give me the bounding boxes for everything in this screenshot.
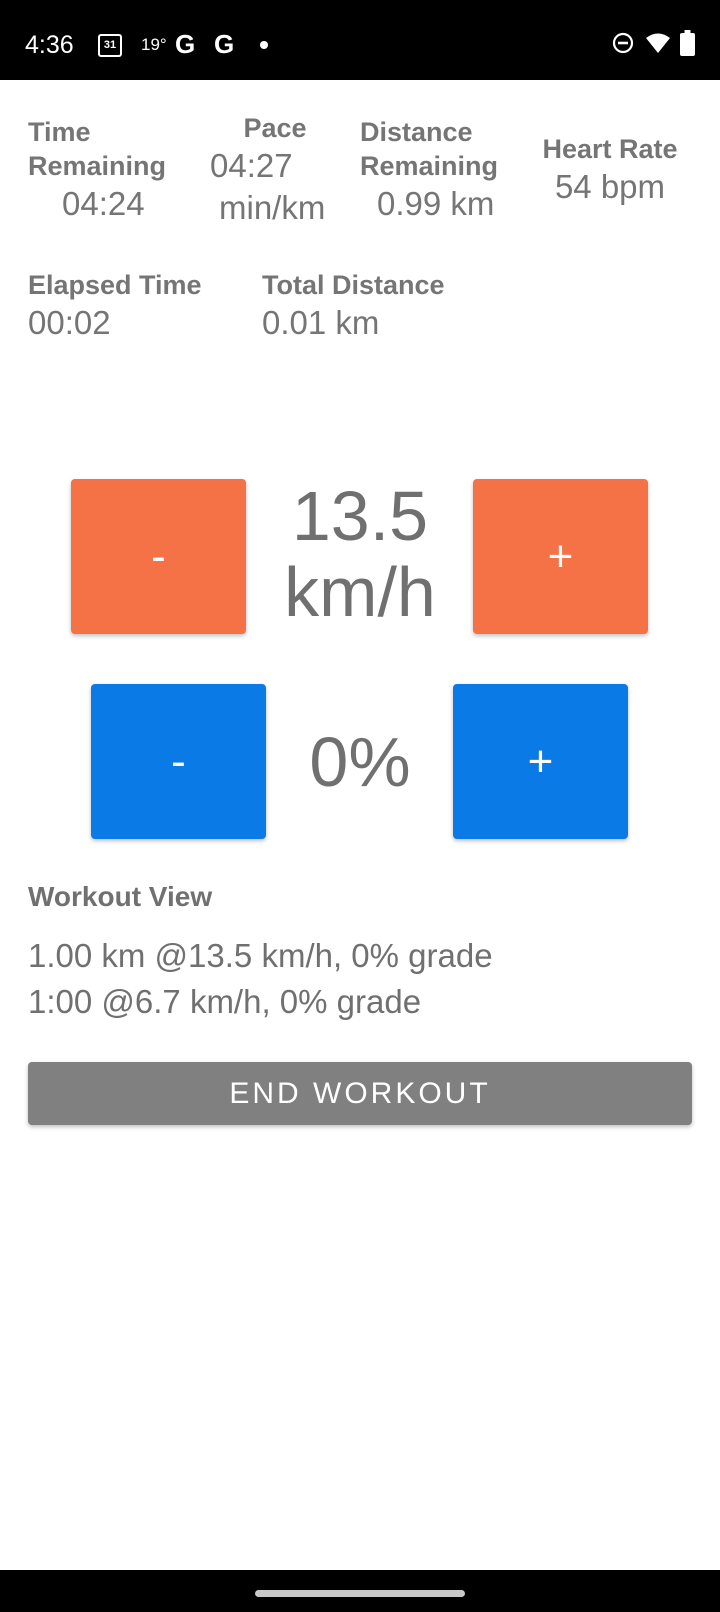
notification-dot-icon <box>260 41 268 49</box>
heart-rate-label: Heart Rate <box>542 134 678 164</box>
heart-rate-value: 54 bpm <box>554 168 666 205</box>
incline-value: 0% <box>309 723 411 801</box>
total-distance-stat: Total Distance 0.01 km <box>262 268 492 344</box>
status-time: 4:36 <box>25 31 74 59</box>
time-remaining-label-line2: Remaining <box>28 151 167 181</box>
google-icon: G <box>175 29 196 59</box>
workout-view-title: Workout View <box>28 881 213 912</box>
wifi-icon <box>646 33 670 53</box>
status-bar: 4:36 31 19° G G <box>0 0 720 80</box>
elapsed-time-label: Elapsed Time <box>28 270 202 300</box>
home-gesture-handle[interactable] <box>255 1590 465 1597</box>
total-distance-value: 0.01 km <box>262 304 380 341</box>
workout-step: 1.00 km @13.5 km/h, 0% grade <box>28 937 493 974</box>
end-workout-button[interactable]: END WORKOUT <box>28 1062 692 1125</box>
speed-value: 13.5 <box>291 477 429 555</box>
pace-label: Pace <box>243 113 307 143</box>
speed-display: 13.5 km/h <box>255 478 465 630</box>
heart-rate-stat: Heart Rate 54 bpm <box>530 132 690 208</box>
elapsed-time-value: 00:02 <box>28 304 111 341</box>
pace-value-line2: min/km <box>219 189 326 226</box>
do-not-disturb-icon <box>612 32 634 54</box>
total-distance-label: Total Distance <box>262 270 445 300</box>
google-icon: G <box>214 29 235 59</box>
speed-increase-button[interactable]: + <box>473 479 648 634</box>
weather-temperature: 19° <box>141 35 167 54</box>
distance-remaining-label-line2: Remaining <box>360 151 499 181</box>
distance-remaining-value: 0.99 km <box>377 185 495 222</box>
workout-step: 1:00 @6.7 km/h, 0% grade <box>28 983 422 1020</box>
distance-remaining-label-line1: Distance <box>360 117 473 147</box>
incline-increase-button[interactable]: + <box>453 684 628 839</box>
elapsed-time-stat: Elapsed Time 00:02 <box>28 268 248 344</box>
pace-stat: Pace 04:27 min/km <box>200 111 350 229</box>
navigation-bar <box>0 1570 720 1612</box>
time-remaining-label-line1: Time <box>28 117 91 147</box>
speed-unit: km/h <box>284 553 436 631</box>
calendar-icon: 31 <box>98 34 122 57</box>
time-remaining-stat: Time Remaining 04:24 <box>28 115 198 225</box>
distance-remaining-stat: Distance Remaining 0.99 km <box>360 115 525 225</box>
time-remaining-value: 04:24 <box>62 185 145 222</box>
battery-icon <box>680 30 695 56</box>
incline-decrease-button[interactable]: - <box>91 684 266 839</box>
pace-value-line1: 04:27 <box>210 147 293 184</box>
speed-decrease-button[interactable]: - <box>71 479 246 634</box>
